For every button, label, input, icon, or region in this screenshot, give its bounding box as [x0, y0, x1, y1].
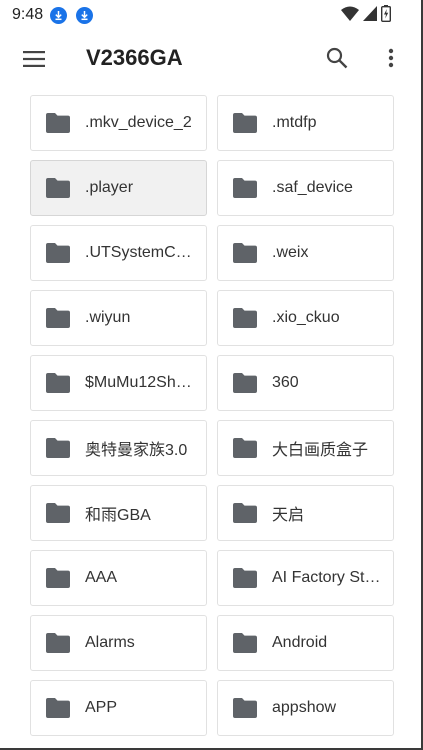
folder-icon	[46, 568, 70, 588]
search-button[interactable]	[320, 41, 354, 75]
folder-icon	[233, 243, 257, 263]
status-bar: 9:48	[0, 0, 423, 32]
folder-item[interactable]: 大白画质盒子	[217, 420, 394, 476]
file-manager-screen: 9:48 V2366GA .mkv_device_2 .mtdfp .playe…	[0, 0, 423, 750]
page-title: V2366GA	[86, 45, 183, 70]
folder-name: Alarms	[85, 634, 135, 651]
folder-name: 360	[272, 374, 299, 391]
status-time: 9:48	[12, 6, 44, 23]
folder-icon	[46, 698, 70, 718]
folder-name: .mtdfp	[272, 114, 317, 131]
folder-item[interactable]: .xio_ckuo	[217, 290, 394, 346]
folder-item[interactable]: .wiyun	[30, 290, 207, 346]
folder-item[interactable]: .player	[30, 160, 207, 216]
folder-icon	[233, 178, 257, 198]
folder-name: .UTSystemC…	[85, 244, 192, 261]
folder-icon	[46, 178, 70, 198]
folder-name: 和雨GBA	[85, 507, 151, 524]
folder-item[interactable]: .mtdfp	[217, 95, 394, 151]
folder-item[interactable]: 奥特曼家族3.0	[30, 420, 207, 476]
folder-icon	[46, 438, 70, 458]
wifi-icon	[341, 6, 359, 26]
folder-item[interactable]: APP	[30, 680, 207, 736]
folder-item[interactable]: $MuMu12Sh…	[30, 355, 207, 411]
folder-item[interactable]: AI Factory St…	[217, 550, 394, 606]
folder-item[interactable]: 天启	[217, 485, 394, 541]
folder-name: .saf_device	[272, 179, 353, 196]
folder-icon	[233, 113, 257, 133]
more-vert-icon	[388, 48, 394, 68]
folder-grid: .mkv_device_2 .mtdfp .player .saf_device .UT…	[30, 95, 394, 736]
folder-name: .player	[85, 179, 134, 196]
folder-icon	[233, 503, 257, 523]
folder-name: .xio_ckuo	[272, 309, 340, 326]
folder-name: $MuMu12Sh…	[85, 374, 192, 391]
folder-icon	[46, 308, 70, 328]
folder-icon	[233, 308, 257, 328]
folder-icon	[46, 373, 70, 393]
folder-name: .weix	[272, 244, 309, 261]
menu-icon	[23, 51, 45, 67]
folder-item[interactable]: 360	[217, 355, 394, 411]
folder-name: 天启	[272, 507, 305, 524]
download-icon	[50, 7, 67, 24]
folder-icon	[46, 503, 70, 523]
app-bar: V2366GA	[0, 32, 423, 86]
folder-icon	[46, 633, 70, 653]
folder-item[interactable]: .mkv_device_2	[30, 95, 207, 151]
search-icon	[326, 47, 348, 69]
folder-name: AI Factory St…	[272, 569, 381, 586]
folder-icon	[233, 373, 257, 393]
folder-icon	[233, 633, 257, 653]
signal-icon	[363, 6, 377, 26]
folder-icon	[46, 243, 70, 263]
folder-name: Android	[272, 634, 328, 651]
folder-icon	[46, 113, 70, 133]
folder-name: .wiyun	[85, 309, 131, 326]
folder-item[interactable]: .saf_device	[217, 160, 394, 216]
folder-item[interactable]: Alarms	[30, 615, 207, 671]
folder-name: AAA	[85, 569, 118, 586]
folder-name: APP	[85, 699, 118, 716]
menu-button[interactable]	[14, 44, 54, 74]
folder-item[interactable]: .UTSystemC…	[30, 225, 207, 281]
status-indicators	[341, 5, 392, 27]
battery-icon	[380, 5, 392, 27]
folder-icon	[233, 698, 257, 718]
folder-icon	[233, 568, 257, 588]
folder-name: 奥特曼家族3.0	[85, 442, 188, 459]
folder-icon	[233, 438, 257, 458]
more-options-button[interactable]	[378, 41, 404, 75]
folder-name: .mkv_device_2	[85, 114, 192, 131]
folder-item[interactable]: appshow	[217, 680, 394, 736]
folder-item[interactable]: AAA	[30, 550, 207, 606]
download-icon	[76, 7, 93, 24]
folder-item[interactable]: 和雨GBA	[30, 485, 207, 541]
folder-item[interactable]: .weix	[217, 225, 394, 281]
folder-name: appshow	[272, 699, 337, 716]
folder-name: 大白画质盒子	[272, 442, 369, 459]
folder-item[interactable]: Android	[217, 615, 394, 671]
